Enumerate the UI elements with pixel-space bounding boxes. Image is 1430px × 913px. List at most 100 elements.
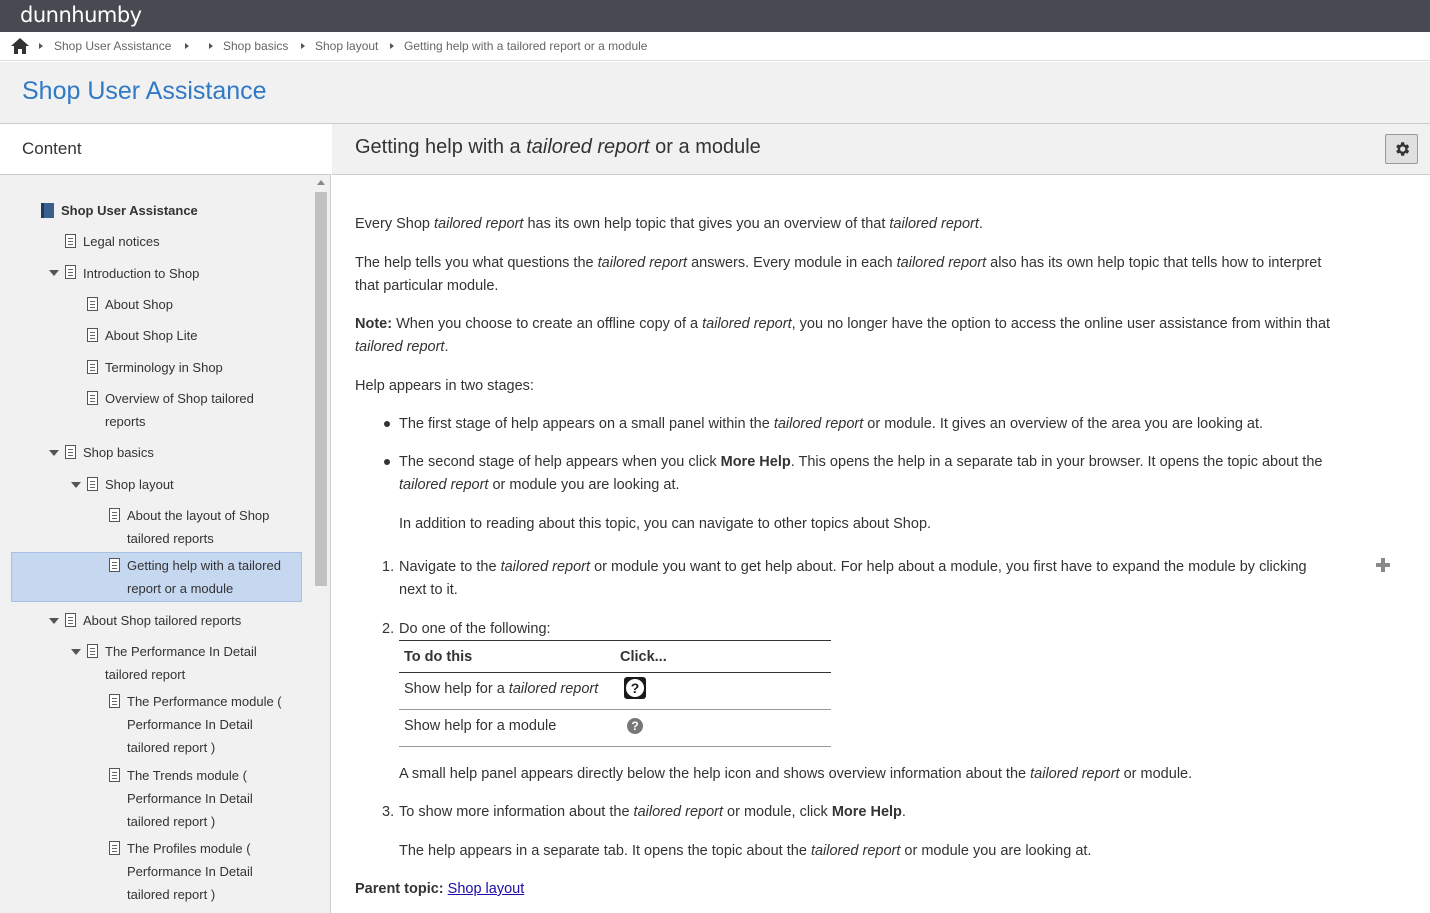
bullet-icon: [384, 421, 390, 427]
breadcrumb-item[interactable]: Shop layout: [315, 39, 378, 53]
toc-item-about-shop[interactable]: About Shop: [105, 293, 173, 316]
document-icon: [109, 841, 120, 855]
stage-two-item: The second stage of help appears when yo…: [399, 454, 1323, 470]
toc-item-overview-tailored-reports[interactable]: Overview of Shop tailored: [105, 387, 254, 410]
document-icon: [87, 477, 98, 491]
note-paragraph: Note: When you choose to create an offli…: [355, 316, 1331, 332]
collapse-arrow-icon[interactable]: [71, 649, 81, 655]
toc-item-profiles-module-line3[interactable]: tailored report ): [127, 883, 215, 906]
breadcrumb-separator-icon: [301, 43, 305, 49]
toc-item-performance-module-line2[interactable]: Performance In Detail: [127, 713, 253, 736]
document-icon: [87, 391, 98, 405]
toc-item-about-layout[interactable]: About the layout of Shop: [127, 504, 269, 527]
step-three: To show more information about the tailo…: [399, 804, 906, 820]
document-icon: [109, 508, 120, 522]
toc-item-getting-help[interactable]: Getting help with a tailored: [127, 554, 281, 577]
brand-logo[interactable]: dunnhumby: [20, 3, 142, 27]
site-title[interactable]: Shop User Assistance: [22, 77, 267, 106]
step-two: Do one of the following:: [399, 621, 551, 637]
stage-one-item: The first stage of help appears on a sma…: [399, 416, 1264, 432]
book-icon: [41, 203, 54, 218]
toc-item-legal-notices[interactable]: Legal notices: [83, 230, 160, 253]
document-icon: [65, 234, 76, 248]
toc-item-trends-module[interactable]: The Trends module (: [127, 764, 247, 787]
breadcrumb-item[interactable]: Shop basics: [223, 39, 288, 53]
bullet-icon: [384, 459, 390, 465]
toc-item-trends-module-line3[interactable]: tailored report ): [127, 810, 215, 833]
toc-item-about-tailored-reports[interactable]: About Shop tailored reports: [83, 609, 241, 632]
step-one: Navigate to the tailored report or modul…: [399, 559, 1307, 575]
sidebar: Content Shop User Assistance Legal notic…: [0, 124, 331, 913]
table-bottom-border: [399, 746, 831, 747]
note-paragraph-line2: tailored report.: [355, 339, 449, 355]
collapse-arrow-icon[interactable]: [71, 482, 81, 488]
collapse-arrow-icon[interactable]: [49, 450, 59, 456]
gear-icon: [1396, 142, 1410, 156]
toc-item-shop-basics[interactable]: Shop basics: [83, 441, 154, 464]
document-icon: [87, 328, 98, 342]
toc-item-introduction-to-shop[interactable]: Introduction to Shop: [83, 262, 199, 285]
help-icon-square: [624, 677, 646, 699]
table-header-click: Click...: [620, 649, 667, 665]
home-icon[interactable]: [11, 38, 29, 54]
parent-topic-link[interactable]: Shop layout: [448, 881, 525, 897]
breadcrumb: Shop User Assistance Shop basics Shop la…: [0, 32, 1430, 61]
sidebar-scrollbar[interactable]: [313, 176, 329, 913]
table-top-border: [399, 640, 831, 641]
table-header-todo: To do this: [404, 649, 473, 665]
breadcrumb-item[interactable]: Shop User Assistance: [54, 39, 171, 53]
scrollbar-thumb[interactable]: [315, 192, 327, 586]
toc-item-about-shop-lite[interactable]: About Shop Lite: [105, 324, 198, 347]
toc-item-shop-layout[interactable]: Shop layout: [105, 473, 174, 496]
expand-plus-icon: [1376, 558, 1390, 572]
toc-item-performance-module[interactable]: The Performance module (: [127, 690, 282, 713]
table-header-border: [399, 672, 831, 673]
toc-item-trends-module-line2[interactable]: Performance In Detail: [127, 787, 253, 810]
table-row-border: [399, 709, 831, 710]
toc-item-about-layout-line2[interactable]: tailored reports: [127, 527, 214, 550]
collapse-arrow-icon[interactable]: [49, 618, 59, 624]
table-row-module: Show help for a module: [404, 718, 557, 734]
top-bar: dunnhumby: [0, 0, 1430, 32]
stage-two-note: In addition to reading about this topic,…: [399, 516, 932, 532]
toc-item-getting-help-line2[interactable]: report or a module: [127, 577, 233, 600]
step-number: 3.: [382, 804, 395, 820]
site-header: Shop User Assistance: [0, 62, 1430, 124]
toc-item-overview-tailored-reports-line2[interactable]: reports: [105, 410, 145, 433]
document-icon: [65, 445, 76, 459]
help-paragraph-line2: that particular module.: [355, 278, 499, 294]
intro-paragraph: Every Shop tailored report has its own h…: [355, 216, 983, 232]
sidebar-title: Content: [22, 139, 82, 158]
sidebar-header: Content: [0, 124, 331, 175]
toc-item-performance-module-line3[interactable]: tailored report ): [127, 736, 215, 759]
step-one-line2: next to it.: [399, 582, 458, 598]
settings-button[interactable]: [1385, 134, 1418, 164]
stages-intro: Help appears in two stages:: [355, 378, 534, 394]
toc-item-shop-user-assistance[interactable]: Shop User Assistance: [61, 199, 198, 222]
toc-item-profiles-module-line2[interactable]: Performance In Detail: [127, 860, 253, 883]
help-icon-circle: ?: [627, 718, 643, 734]
breadcrumb-separator-icon: [185, 43, 189, 49]
breadcrumb-separator-icon: [209, 43, 213, 49]
step-number: 1.: [382, 559, 395, 575]
toc-item-performance-in-detail-line2[interactable]: tailored report: [105, 663, 185, 686]
scroll-up-arrow-icon[interactable]: [317, 180, 325, 185]
toc-item-terminology-in-shop[interactable]: Terminology in Shop: [105, 356, 223, 379]
toc-item-performance-in-detail[interactable]: The Performance In Detail: [105, 640, 257, 663]
document-icon: [109, 694, 120, 708]
step-three-result: The help appears in a separate tab. It o…: [399, 843, 1092, 859]
parent-topic: Parent topic: Shop layout: [355, 881, 525, 897]
breadcrumb-separator-icon: [390, 43, 394, 49]
breadcrumb-separator-icon: [39, 43, 43, 49]
document-icon: [87, 297, 98, 311]
toc-item-profiles-module[interactable]: The Profiles module (: [127, 837, 251, 860]
breadcrumb-current: Getting help with a tailored report or a…: [404, 39, 648, 53]
topic-title: Getting help with a tailored report or a…: [355, 136, 761, 158]
collapse-arrow-icon[interactable]: [49, 270, 59, 276]
step-number: 2.: [382, 621, 395, 637]
document-icon: [65, 265, 76, 279]
document-icon: [109, 768, 120, 782]
document-icon: [109, 558, 120, 572]
topic-header: Getting help with a tailored report or a…: [332, 124, 1430, 175]
stage-two-item-line2: tailored report or module you are lookin…: [399, 477, 680, 493]
